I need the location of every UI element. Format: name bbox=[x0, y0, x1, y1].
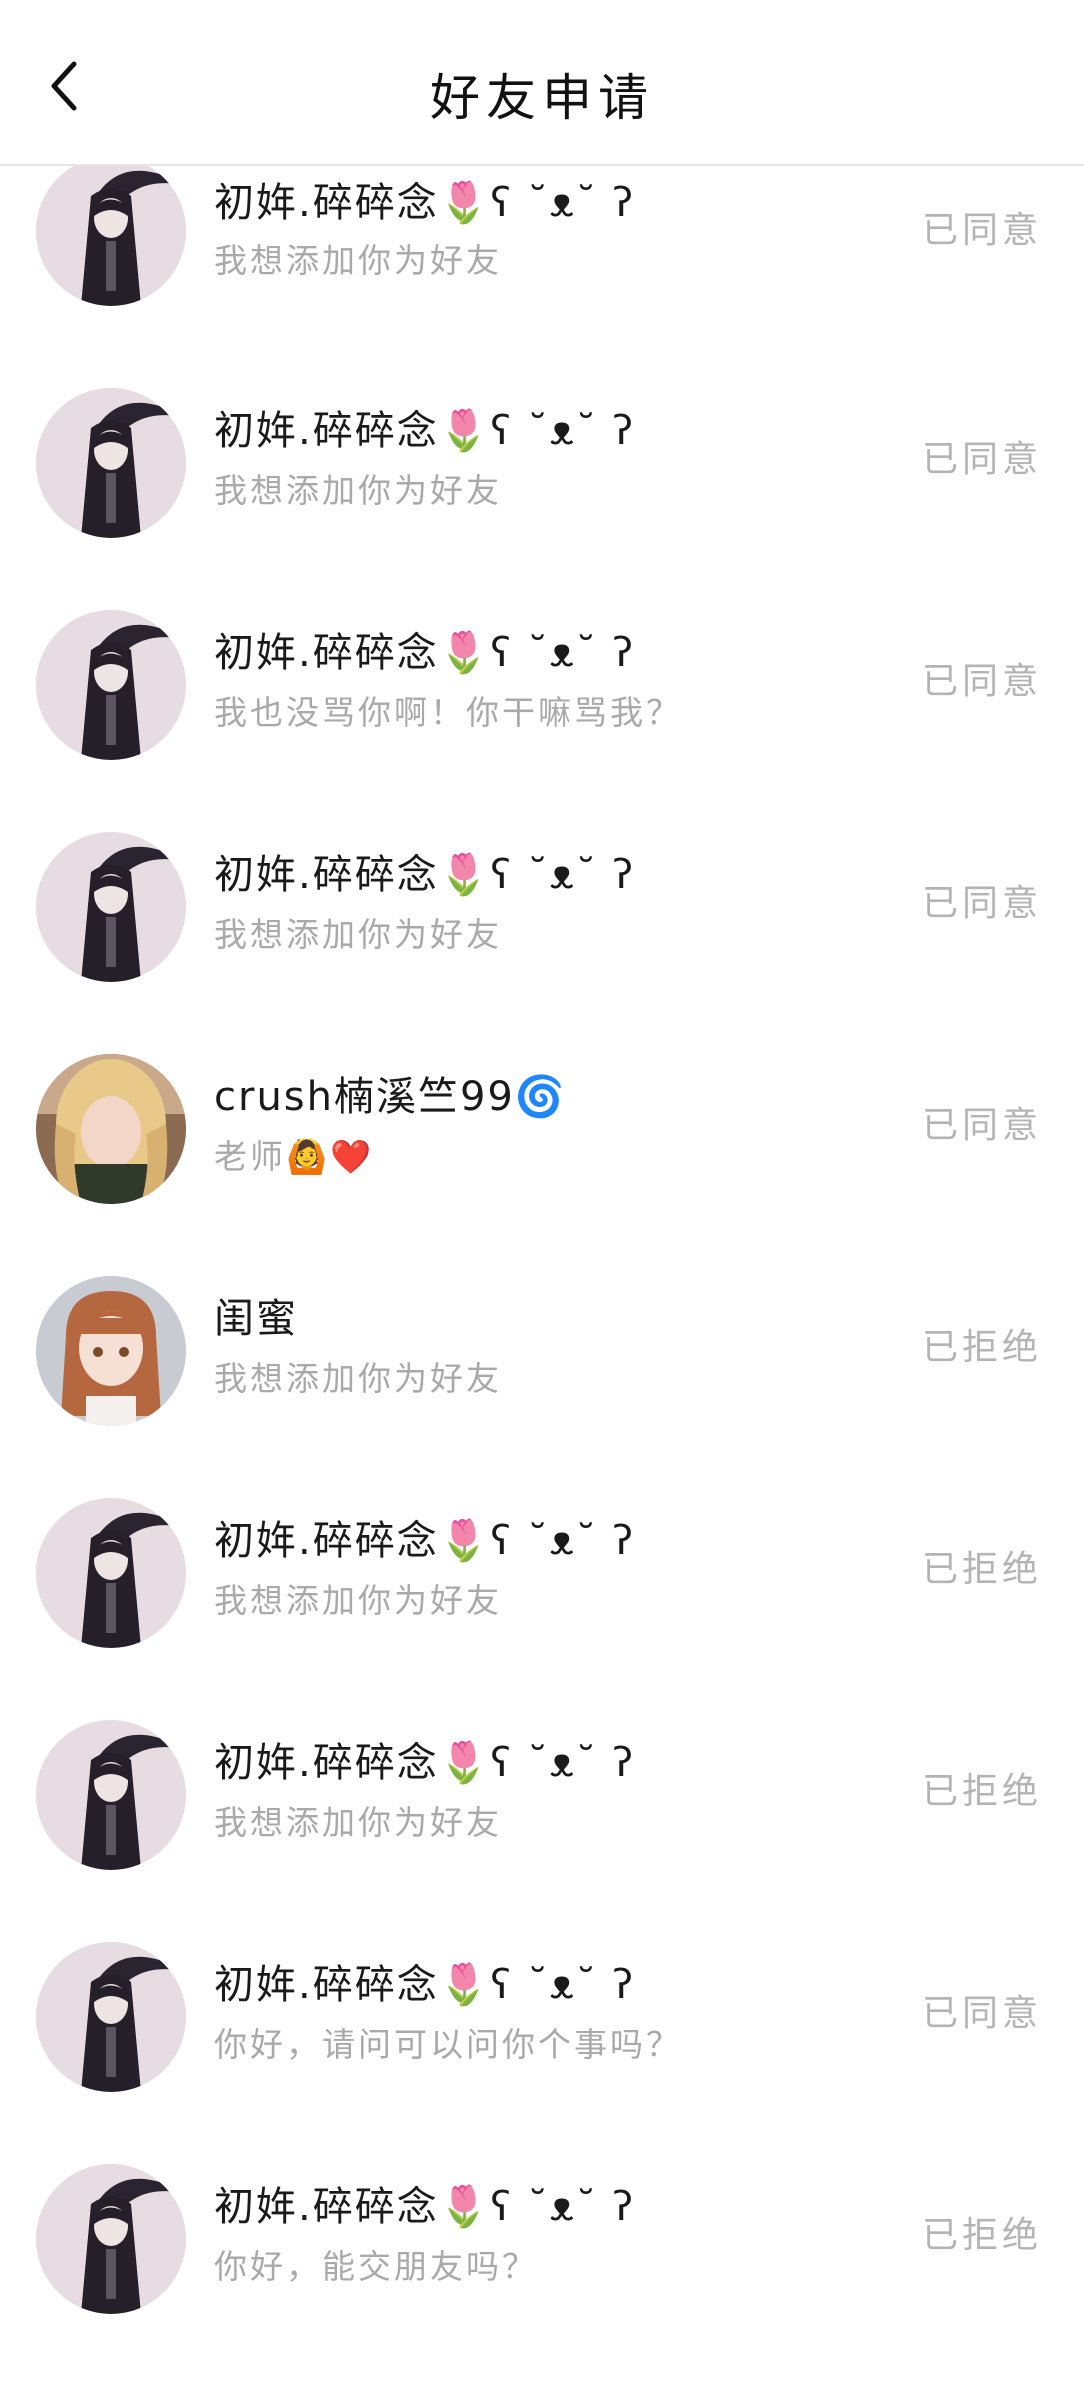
anime-girl-avatar-icon bbox=[36, 1942, 186, 2092]
anime-girl-avatar-icon bbox=[36, 156, 186, 306]
page-title: 好友申请 bbox=[430, 69, 654, 127]
request-status: 已同意 bbox=[921, 210, 1042, 251]
request-status: 已拒绝 bbox=[921, 2215, 1042, 2256]
request-message: 我也没骂你啊！你干嘛骂我？ bbox=[214, 693, 682, 732]
avatar[interactable] bbox=[36, 1054, 186, 1204]
requester-name: 初姩.碎碎念🌷ʕ ˘ᴥ˘ ʔ bbox=[214, 852, 636, 898]
requester-name: 初姩.碎碎念🌷ʕ ˘ᴥ˘ ʔ bbox=[214, 1962, 636, 2008]
request-status: 已拒绝 bbox=[921, 1771, 1042, 1812]
request-message: 我想添加你为好友 bbox=[214, 241, 502, 280]
request-message: 你好，请问可以问你个事吗？ bbox=[214, 2025, 682, 2064]
request-row[interactable]: 闺蜜 我想添加你为好友 已拒绝 bbox=[0, 1274, 1084, 1496]
header: 好友申请 bbox=[0, 0, 1084, 166]
request-status: 已同意 bbox=[921, 883, 1042, 924]
request-message: 老师🙆❤️ bbox=[214, 1137, 375, 1176]
avatar[interactable] bbox=[36, 1942, 186, 2092]
requester-name: 初姩.碎碎念🌷ʕ ˘ᴥ˘ ʔ bbox=[214, 1740, 636, 1786]
avatar[interactable] bbox=[36, 156, 186, 306]
avatar[interactable] bbox=[36, 1498, 186, 1648]
request-row[interactable]: 初姩.碎碎念🌷ʕ ˘ᴥ˘ ʔ 我也没骂你啊！你干嘛骂我？ 已同意 bbox=[0, 608, 1084, 830]
requester-name: 初姩.碎碎念🌷ʕ ˘ᴥ˘ ʔ bbox=[214, 1518, 636, 1564]
request-status: 已同意 bbox=[921, 661, 1042, 702]
anime-girl-avatar-icon bbox=[36, 2164, 186, 2314]
requester-name: 初姩.碎碎念🌷ʕ ˘ᴥ˘ ʔ bbox=[214, 408, 636, 454]
requester-name: 初姩.碎碎念🌷ʕ ˘ᴥ˘ ʔ bbox=[214, 630, 636, 676]
request-row[interactable]: 初姩.碎碎念🌷ʕ ˘ᴥ˘ ʔ 我想添加你为好友 已拒绝 bbox=[0, 1718, 1084, 1940]
request-row[interactable]: 初姩.碎碎念🌷ʕ ˘ᴥ˘ ʔ 我想添加你为好友 已同意 bbox=[0, 830, 1084, 1052]
requester-name: 初姩.碎碎念🌷ʕ ˘ᴥ˘ ʔ bbox=[214, 2184, 636, 2230]
request-row[interactable]: 初姩.碎碎念🌷ʕ ˘ᴥ˘ ʔ 我想添加你为好友 已同意 bbox=[0, 156, 1084, 388]
avatar[interactable] bbox=[36, 1720, 186, 1870]
request-row[interactable]: crush楠溪竺99🌀 老师🙆❤️ 已同意 bbox=[0, 1052, 1084, 1274]
avatar[interactable] bbox=[36, 1276, 186, 1426]
anime-girl-avatar-icon bbox=[36, 610, 186, 760]
requester-name: 初姩.碎碎念🌷ʕ ˘ᴥ˘ ʔ bbox=[214, 180, 636, 226]
request-message: 我想添加你为好友 bbox=[214, 1581, 502, 1620]
request-status: 已同意 bbox=[921, 1105, 1042, 1146]
anime-girl-avatar-icon bbox=[36, 1276, 186, 1426]
request-row[interactable]: 初姩.碎碎念🌷ʕ ˘ᴥ˘ ʔ 我想添加你为好友 已拒绝 bbox=[0, 1496, 1084, 1718]
request-status: 已同意 bbox=[921, 1993, 1042, 2034]
requester-name: 闺蜜 bbox=[214, 1296, 298, 1342]
request-row[interactable]: 初姩.碎碎念🌷ʕ ˘ᴥ˘ ʔ 我想添加你为好友 已同意 bbox=[0, 386, 1084, 608]
anime-girl-avatar-icon bbox=[36, 388, 186, 538]
avatar[interactable] bbox=[36, 832, 186, 982]
requester-name: crush楠溪竺99🌀 bbox=[214, 1074, 567, 1120]
photo-avatar-icon bbox=[36, 1054, 186, 1204]
anime-girl-avatar-icon bbox=[36, 832, 186, 982]
request-row[interactable]: 初姩.碎碎念🌷ʕ ˘ᴥ˘ ʔ 你好，能交朋友吗？ 已拒绝 bbox=[0, 2162, 1084, 2384]
avatar[interactable] bbox=[36, 388, 186, 538]
request-row[interactable]: 初姩.碎碎念🌷ʕ ˘ᴥ˘ ʔ 你好，请问可以问你个事吗？ 已同意 bbox=[0, 1940, 1084, 2162]
avatar[interactable] bbox=[36, 2164, 186, 2314]
anime-girl-avatar-icon bbox=[36, 1720, 186, 1870]
anime-girl-avatar-icon bbox=[36, 1498, 186, 1648]
request-status: 已拒绝 bbox=[921, 1549, 1042, 1590]
request-message: 我想添加你为好友 bbox=[214, 915, 502, 954]
avatar[interactable] bbox=[36, 610, 186, 760]
request-message: 我想添加你为好友 bbox=[214, 1803, 502, 1842]
request-message: 我想添加你为好友 bbox=[214, 471, 502, 510]
request-status: 已拒绝 bbox=[921, 1327, 1042, 1368]
request-message: 我想添加你为好友 bbox=[214, 1359, 502, 1398]
request-message: 你好，能交朋友吗？ bbox=[214, 2247, 538, 2286]
request-status: 已同意 bbox=[921, 439, 1042, 480]
